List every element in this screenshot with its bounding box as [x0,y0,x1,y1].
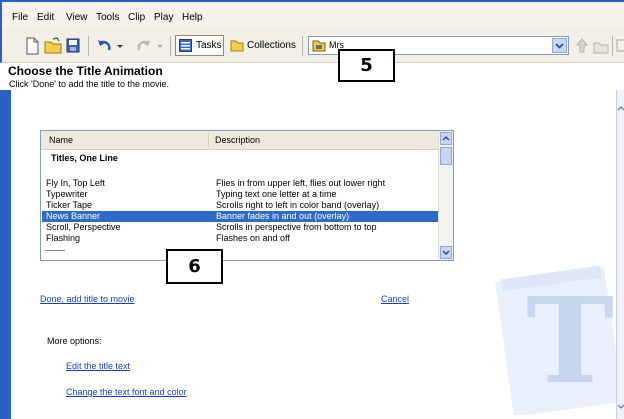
scroll-up-icon[interactable] [617,104,624,112]
page-title: Choose the Title Animation [8,64,163,78]
redo-dropdown-icon [157,45,163,48]
callout-6: 6 [166,249,223,284]
list-item-description: Scrolls in perspective from bottom to to… [216,222,377,232]
list-item[interactable]: Flashing Flashes on and off [42,233,439,244]
list-item-name: News Banner [46,211,101,221]
save-icon[interactable] [65,37,81,55]
tasks-label: Tasks [196,40,222,51]
toolbar: Tasks Collections Mrs [0,28,624,63]
column-header-description[interactable]: Description [215,135,260,145]
collections-icon[interactable] [230,38,244,56]
collection-folder-icon [312,40,326,52]
menu-view[interactable]: View [66,12,88,23]
list-group-title: Titles, One Line [51,153,118,163]
list-item-description: Banner fades in and out (overlay) [216,211,350,221]
list-item-selected[interactable]: News Banner Banner fades in and out (ove… [42,211,439,222]
more-options-label: More options: [47,336,102,346]
chevron-down-icon [442,250,450,256]
undo-dropdown-icon[interactable] [116,37,124,55]
column-header-name[interactable]: Name [49,135,73,145]
change-font-color-link[interactable]: Change the text font and color [66,387,187,397]
new-project-icon[interactable] [24,37,40,55]
list-scroll-thumb[interactable] [440,147,452,165]
list-scrollbar[interactable] [438,131,453,260]
new-folder-icon [593,42,609,54]
list-scroll-up-button[interactable] [440,132,452,145]
page-subtitle: Click 'Done' to add the title to the mov… [9,79,170,89]
list-item-description: Flashes on and off [216,233,290,243]
window-edge [0,90,11,419]
tasks-button[interactable]: Tasks [175,35,224,56]
views-icon [616,39,624,52]
list-item-description: Flies in from upper left, flies out lowe… [216,178,386,188]
title-animation-list[interactable]: Name Description Titles, One Line Fly In… [40,130,454,261]
list-item[interactable]: Fly In, Top Left Flies in from upper lef… [42,178,439,189]
menu-play[interactable]: Play [154,12,173,23]
list-item[interactable]: Scroll, Perspective Scrolls in perspecti… [42,222,439,233]
up-level-icon [575,38,589,53]
open-project-icon[interactable] [44,37,62,55]
menu-bar: File Edit View Tools Clip Play Help [0,0,624,28]
menu-clip[interactable]: Clip [128,12,145,23]
list-item-name: Flashing [46,233,81,243]
scroll-down-icon[interactable] [617,403,624,411]
list-item[interactable]: Typewriter Typing text one letter at a t… [42,189,439,200]
list-item-description: Scrolls right to left in color band (ove… [216,200,380,210]
menu-file[interactable]: File [12,12,28,23]
collections-label[interactable]: Collections [247,40,296,51]
list-item-partial [45,250,65,255]
done-link[interactable]: Done, add title to movie [40,294,135,304]
redo-icon [137,40,150,51]
undo-icon[interactable] [96,37,112,55]
list-scroll-down-button[interactable] [440,246,452,259]
svg-text:T: T [526,271,614,410]
menu-help[interactable]: Help [182,12,203,23]
cancel-link[interactable]: Cancel [381,294,409,304]
list-item-name: Scroll, Perspective [46,222,121,232]
menu-tools[interactable]: Tools [96,12,119,23]
edit-title-text-link[interactable]: Edit the title text [66,361,130,371]
collection-dropdown-button[interactable] [552,38,567,53]
list-item-description: Typing text one letter at a time [216,189,337,199]
list-item[interactable]: Ticker Tape Scrolls right to left in col… [42,200,439,211]
list-header: Name Description [41,131,439,150]
menu-edit[interactable]: Edit [37,12,54,23]
list-item-name: Fly In, Top Left [46,178,105,188]
tasks-icon [179,39,192,52]
list-item-name: Ticker Tape [46,200,93,210]
callout-5: 5 [338,49,395,82]
chevron-down-icon [555,43,564,49]
page-scrollbar[interactable] [616,90,624,419]
title-watermark-graphic: T [495,265,616,415]
chevron-up-icon [442,135,450,141]
list-item-name: Typewriter [46,189,88,199]
